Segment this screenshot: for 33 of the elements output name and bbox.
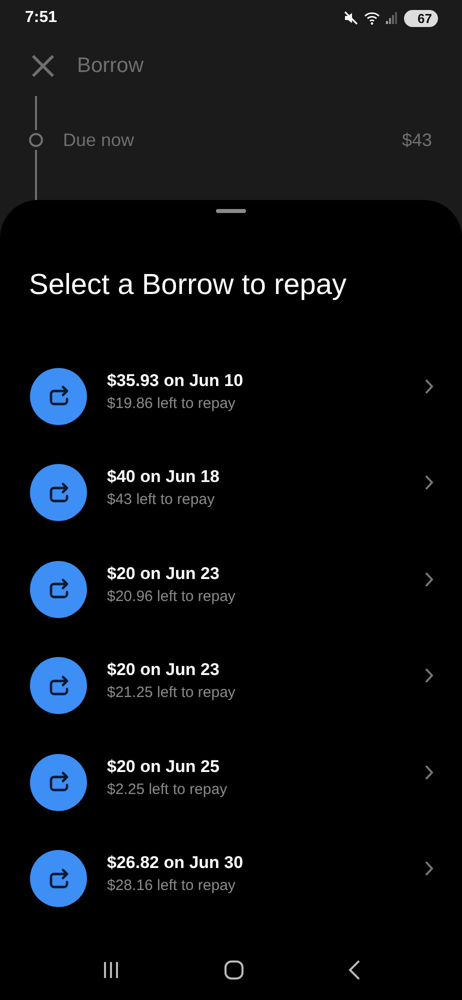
back-icon[interactable] [348, 960, 360, 980]
signal-icon [386, 12, 398, 24]
timeline-dot [29, 133, 43, 147]
borrow-remaining: $21.25 left to repay [107, 684, 236, 702]
header-title: Borrow [77, 54, 144, 78]
chevron-icon[interactable] [425, 572, 434, 587]
chevron-icon[interactable] [425, 668, 434, 684]
battery-indicator: 67 [404, 10, 438, 26]
borrow-remaining: $2.25 left to repay [107, 780, 228, 798]
sheet-title: Select a Borrow to repay [29, 269, 348, 302]
chevron-icon[interactable] [425, 764, 434, 780]
borrow-title[interactable]: $20 on Jun 23 [107, 564, 425, 584]
close-icon[interactable] [31, 54, 55, 78]
wifi-icon [364, 12, 380, 24]
recents-icon[interactable] [102, 961, 120, 979]
borrow-title[interactable]: $35.93 on Jun 10 [107, 370, 425, 391]
borrow-title[interactable]: $20 on Jun 23 [107, 660, 425, 680]
borrow-remaining: $20.96 left to repay [107, 588, 236, 605]
sheet-handle[interactable] [216, 209, 246, 213]
borrow-title[interactable]: $40 on Jun 18 [107, 467, 425, 488]
chevron-icon[interactable] [425, 475, 434, 490]
timeline-label: Due now [63, 130, 136, 150]
borrow-title[interactable]: $20 on Jun 25 [107, 756, 425, 777]
chevron-icon[interactable] [425, 378, 434, 394]
borrow-remaining: $43 left to repay [107, 491, 216, 508]
home-icon[interactable] [224, 960, 244, 980]
chevron-icon[interactable] [425, 861, 434, 876]
timeline-amount: $43 [402, 130, 432, 150]
mute-icon [344, 11, 358, 25]
borrow-remaining: $19.86 left to repay [107, 394, 236, 412]
status-time: 7:51 [25, 9, 58, 27]
borrow-title[interactable]: $26.82 on Jun 30 [107, 853, 425, 874]
borrow-remaining: $28.16 left to repay [107, 877, 236, 894]
